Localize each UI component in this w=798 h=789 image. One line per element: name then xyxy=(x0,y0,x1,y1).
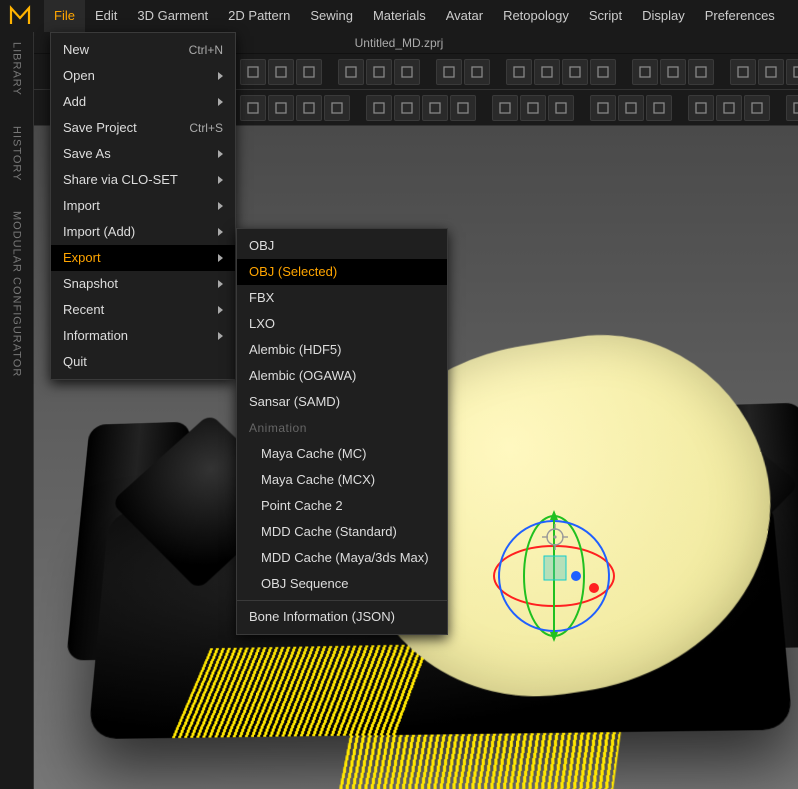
chevron-right-icon xyxy=(218,332,223,340)
tool-button[interactable] xyxy=(394,95,420,121)
tool-button[interactable] xyxy=(758,59,784,85)
export-menu-item-obj[interactable]: OBJ xyxy=(237,233,447,259)
file-menu-item-recent[interactable]: Recent xyxy=(51,297,235,323)
export-menu-item-mdd-cache-standard-[interactable]: MDD Cache (Standard) xyxy=(237,519,447,545)
tool-button[interactable] xyxy=(506,59,532,85)
tool-button[interactable] xyxy=(394,59,420,85)
file-menu-item-open[interactable]: Open xyxy=(51,63,235,89)
chevron-right-icon xyxy=(218,228,223,236)
export-menu-item-maya-cache-mc-[interactable]: Maya Cache (MC) xyxy=(237,441,447,467)
tool-button[interactable] xyxy=(492,95,518,121)
tool-button[interactable] xyxy=(268,59,294,85)
menubar-item-preferences[interactable]: Preferences xyxy=(695,0,785,32)
tool-button[interactable] xyxy=(646,95,672,121)
tool-button[interactable] xyxy=(436,59,462,85)
tool-button[interactable] xyxy=(744,95,770,121)
tool-button[interactable] xyxy=(520,95,546,121)
tool-button[interactable] xyxy=(296,59,322,85)
export-menu-item-alembic-hdf5-[interactable]: Alembic (HDF5) xyxy=(237,337,447,363)
export-menu-item-fbx[interactable]: FBX xyxy=(237,285,447,311)
menubar: FileEdit3D Garment2D PatternSewingMateri… xyxy=(0,0,798,32)
tool-button[interactable] xyxy=(716,95,742,121)
menubar-item-retopology[interactable]: Retopology xyxy=(493,0,579,32)
menubar-items: FileEdit3D Garment2D PatternSewingMateri… xyxy=(44,0,785,32)
tool-button[interactable] xyxy=(366,59,392,85)
menubar-item-sewing[interactable]: Sewing xyxy=(300,0,363,32)
tool-button[interactable] xyxy=(450,95,476,121)
tool-button[interactable] xyxy=(632,59,658,85)
file-menu-item-share-via-clo-set[interactable]: Share via CLO-SET xyxy=(51,167,235,193)
file-menu-item-information[interactable]: Information xyxy=(51,323,235,349)
menubar-item-display[interactable]: Display xyxy=(632,0,695,32)
tool-button[interactable] xyxy=(786,95,798,121)
tool-button[interactable] xyxy=(422,95,448,121)
export-menu-item-lxo[interactable]: LXO xyxy=(237,311,447,337)
chevron-right-icon xyxy=(218,280,223,288)
tool-button[interactable] xyxy=(688,59,714,85)
file-menu-item-import[interactable]: Import xyxy=(51,193,235,219)
camera-target-icon xyxy=(542,524,568,550)
chevron-right-icon xyxy=(218,72,223,80)
tool-button[interactable] xyxy=(730,59,756,85)
tool-button[interactable] xyxy=(590,59,616,85)
menubar-item-script[interactable]: Script xyxy=(579,0,632,32)
file-menu-dropdown: NewCtrl+NOpenAddSave ProjectCtrl+SSave A… xyxy=(50,32,236,380)
chevron-right-icon xyxy=(218,202,223,210)
file-menu-item-add[interactable]: Add xyxy=(51,89,235,115)
export-menu-item-sansar-samd-[interactable]: Sansar (SAMD) xyxy=(237,389,447,415)
file-menu-item-quit[interactable]: Quit xyxy=(51,349,235,375)
menubar-item-file[interactable]: File xyxy=(44,0,85,32)
tool-button[interactable] xyxy=(464,59,490,85)
export-menu-item-obj-selected-[interactable]: OBJ (Selected) xyxy=(237,259,447,285)
file-menu-item-save-as[interactable]: Save As xyxy=(51,141,235,167)
menubar-item-2d-pattern[interactable]: 2D Pattern xyxy=(218,0,300,32)
tool-button[interactable] xyxy=(548,95,574,121)
tool-button[interactable] xyxy=(618,95,644,121)
tool-button[interactable] xyxy=(324,95,350,121)
chevron-right-icon xyxy=(218,176,223,184)
file-menu-item-new[interactable]: NewCtrl+N xyxy=(51,37,235,63)
menubar-item-edit[interactable]: Edit xyxy=(85,0,127,32)
export-menu-item-obj-sequence[interactable]: OBJ Sequence xyxy=(237,571,447,597)
tool-button[interactable] xyxy=(240,95,266,121)
export-menu-header-animation: Animation xyxy=(237,415,447,441)
app-logo-icon xyxy=(8,4,32,28)
tool-button[interactable] xyxy=(268,95,294,121)
sidebar-tab-modular[interactable]: MODULAR CONFIGURATOR xyxy=(11,211,23,377)
chevron-right-icon xyxy=(218,150,223,158)
tool-button[interactable] xyxy=(366,95,392,121)
file-menu-item-save-project[interactable]: Save ProjectCtrl+S xyxy=(51,115,235,141)
menubar-item-3d-garment[interactable]: 3D Garment xyxy=(127,0,218,32)
chevron-right-icon xyxy=(218,254,223,262)
left-sidebar: LIBRARY HISTORY MODULAR CONFIGURATOR xyxy=(0,32,34,789)
export-menu-item-alembic-ogawa-[interactable]: Alembic (OGAWA) xyxy=(237,363,447,389)
export-menu-item-bone-information-json-[interactable]: Bone Information (JSON) xyxy=(237,604,447,630)
menubar-item-avatar[interactable]: Avatar xyxy=(436,0,493,32)
tool-button[interactable] xyxy=(240,59,266,85)
export-submenu-dropdown: OBJOBJ (Selected)FBXLXOAlembic (HDF5)Ale… xyxy=(236,228,448,635)
file-menu-item-import-add-[interactable]: Import (Add) xyxy=(51,219,235,245)
tool-button[interactable] xyxy=(534,59,560,85)
chevron-right-icon xyxy=(218,306,223,314)
menubar-item-materials[interactable]: Materials xyxy=(363,0,436,32)
tool-button[interactable] xyxy=(590,95,616,121)
file-menu-item-export[interactable]: Export xyxy=(51,245,235,271)
export-menu-item-point-cache-2[interactable]: Point Cache 2 xyxy=(237,493,447,519)
tool-button[interactable] xyxy=(688,95,714,121)
tool-button[interactable] xyxy=(562,59,588,85)
tool-button[interactable] xyxy=(660,59,686,85)
tool-button[interactable] xyxy=(338,59,364,85)
file-menu-item-snapshot[interactable]: Snapshot xyxy=(51,271,235,297)
tool-button[interactable] xyxy=(296,95,322,121)
export-menu-item-maya-cache-mcx-[interactable]: Maya Cache (MCX) xyxy=(237,467,447,493)
export-menu-item-mdd-cache-maya-3ds-max-[interactable]: MDD Cache (Maya/3ds Max) xyxy=(237,545,447,571)
tool-button[interactable] xyxy=(786,59,798,85)
sidebar-tab-history[interactable]: HISTORY xyxy=(11,126,23,182)
chevron-right-icon xyxy=(218,98,223,106)
sidebar-tab-library[interactable]: LIBRARY xyxy=(11,42,23,96)
